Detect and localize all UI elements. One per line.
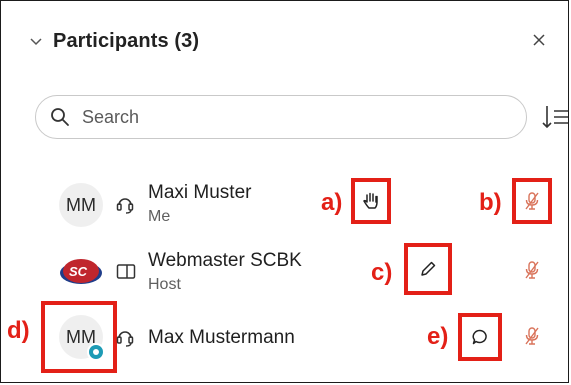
avatar: MM [59,183,103,227]
mic-muted-icon[interactable] [522,259,542,281]
headset-icon [115,193,135,215]
pencil-icon[interactable] [418,259,438,279]
avatar-logo: SC [59,249,103,293]
screen-icon [115,261,137,283]
search-field[interactable] [35,95,527,139]
annotation-label-c: c) [371,259,393,286]
participant-row[interactable]: MM Maxi Muster Me a) b) [1,173,570,237]
annotation-label-b: b) [479,189,502,216]
close-icon[interactable] [526,27,552,53]
chevron-down-icon[interactable] [29,33,45,49]
participant-row[interactable]: d) MM Max Mustermann e) [1,301,570,373]
annotation-label-a: a) [321,189,343,216]
status-indicator-icon [87,343,105,361]
chat-bubble-icon[interactable] [470,327,490,347]
participant-name: Maxi Muster [148,182,252,203]
annotation-label-e: e) [427,323,449,350]
participant-name: Webmaster SCBK [148,250,302,271]
headset-icon [115,326,135,348]
participant-role: Host [148,276,181,293]
participant-row[interactable]: SC Webmaster SCBK Host c) [1,241,570,305]
sort-list-icon[interactable] [541,102,569,132]
panel-title: Participants (3) [53,29,200,52]
panel-header[interactable]: Participants (3) [29,25,199,57]
annotation-label-d: d) [7,317,30,344]
raise-hand-icon[interactable] [361,190,381,212]
search-icon [50,107,70,127]
svg-text:SC: SC [69,264,88,279]
participant-role: Me [148,208,171,225]
participants-panel: Participants (3) MM Maxi Muster Me a) b) [0,0,569,383]
search-input[interactable] [80,105,484,129]
mic-muted-icon[interactable] [522,190,542,212]
mic-muted-icon[interactable] [522,325,542,347]
participant-name: Max Mustermann [148,327,295,348]
